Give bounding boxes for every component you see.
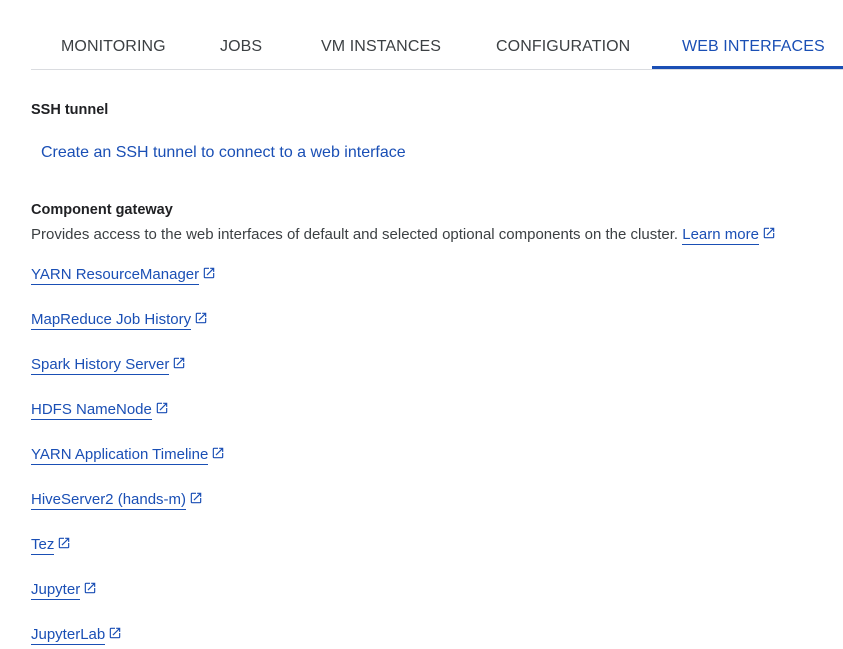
tab-web-interfaces[interactable]: WEB INTERFACES bbox=[682, 24, 825, 69]
gateway-link-item: Spark History Server bbox=[31, 356, 186, 375]
gateway-link[interactable]: Tez bbox=[31, 536, 55, 555]
description-text: Provides access to the web interfaces of… bbox=[31, 226, 679, 243]
gateway-link[interactable]: YARN ResourceManager bbox=[31, 266, 200, 285]
active-tab-indicator bbox=[652, 66, 843, 69]
open-in-new-icon bbox=[211, 446, 225, 460]
component-gateway-description: Provides access to the web interfaces of… bbox=[31, 226, 776, 245]
gateway-link-item: YARN ResourceManager bbox=[31, 266, 216, 285]
gateway-link-item: MapReduce Job History bbox=[31, 311, 208, 330]
learn-more-link[interactable]: Learn more bbox=[682, 226, 759, 245]
open-in-new-icon bbox=[202, 266, 216, 280]
gateway-link[interactable]: YARN Application Timeline bbox=[31, 446, 209, 465]
gateway-link[interactable]: HiveServer2 (hands-m) bbox=[31, 491, 187, 510]
tab-monitoring[interactable]: MONITORING bbox=[61, 24, 166, 69]
gateway-link-item: HDFS NameNode bbox=[31, 401, 169, 420]
open-in-new-icon bbox=[172, 356, 186, 370]
ssh-tunnel-title: SSH tunnel bbox=[31, 102, 109, 118]
gateway-link-item: HiveServer2 (hands-m) bbox=[31, 491, 203, 510]
gateway-link[interactable]: Jupyter bbox=[31, 581, 81, 600]
gateway-link-item: JupyterLab bbox=[31, 626, 122, 645]
create-ssh-tunnel-button[interactable]: Create an SSH tunnel to connect to a web… bbox=[41, 144, 406, 162]
gateway-link-item: Jupyter bbox=[31, 581, 97, 600]
tab-bar: MONITORING JOBS VM INSTANCES CONFIGURATI… bbox=[31, 24, 843, 70]
gateway-link-item: YARN Application Timeline bbox=[31, 446, 225, 465]
open-in-new-icon bbox=[57, 536, 71, 550]
open-in-new-icon bbox=[108, 626, 122, 640]
open-in-new-icon bbox=[189, 491, 203, 505]
open-in-new-icon bbox=[155, 401, 169, 415]
component-gateway-title: Component gateway bbox=[31, 202, 173, 218]
tab-jobs[interactable]: JOBS bbox=[220, 24, 262, 69]
open-in-new-icon bbox=[83, 581, 97, 595]
tab-vm-instances[interactable]: VM INSTANCES bbox=[321, 24, 441, 69]
open-in-new-icon bbox=[194, 311, 208, 325]
open-in-new-icon bbox=[762, 226, 776, 240]
tab-configuration[interactable]: CONFIGURATION bbox=[496, 24, 630, 69]
gateway-link[interactable]: MapReduce Job History bbox=[31, 311, 192, 330]
gateway-link-item: Tez bbox=[31, 536, 71, 555]
gateway-link[interactable]: JupyterLab bbox=[31, 626, 106, 645]
gateway-link[interactable]: HDFS NameNode bbox=[31, 401, 152, 420]
gateway-link[interactable]: Spark History Server bbox=[31, 356, 170, 375]
